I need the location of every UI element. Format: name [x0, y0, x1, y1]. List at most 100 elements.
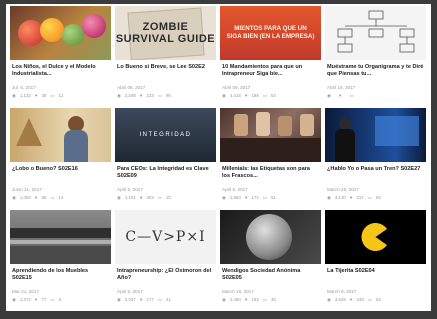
views-count: 3,130 — [334, 195, 346, 200]
video-date: Junio 11, 2017 — [12, 187, 42, 192]
eye-icon: ◉ — [327, 93, 331, 98]
video-date: Abril 05, 2017 — [117, 85, 146, 90]
comment-icon: ▭ — [367, 297, 372, 302]
comment-icon: ▭ — [157, 297, 162, 302]
video-stats: ◉ 3,130 ♥ 217 ▭ 92 — [327, 195, 424, 201]
video-thumbnail[interactable]: C—V>P×I — [115, 210, 216, 264]
video-grid: Los Niños, el Dulce y el Modelo Industri… — [10, 6, 426, 310]
comment-icon: ▭ — [367, 195, 372, 200]
video-card[interactable]: ¿Lobo o Bueno? S02E16 Junio 11, 2017 ◉ 1,… — [10, 108, 111, 208]
video-stats: ◉ 1,101 ♥ 202 ▭ 10 — [117, 195, 214, 201]
likes-count: 202 — [146, 195, 154, 200]
video-stats: ◉ ♥ ▭ — [327, 93, 424, 99]
video-thumbnail[interactable]: MIENTOS PARA QUE UN SIGA BIEN (EN LA EMP… — [220, 6, 321, 60]
comments-count: 51 — [270, 195, 276, 200]
video-title[interactable]: Aprendiendo de los Muebles S02E15 — [12, 268, 109, 288]
video-card[interactable]: Los Niños, el Dulce y el Modelo Industri… — [10, 6, 111, 106]
video-thumbnail[interactable] — [220, 210, 321, 264]
video-title[interactable]: Wendigos Sociedad Anónima S02E05 — [222, 268, 319, 288]
comments-count: 92 — [375, 195, 381, 200]
views-count: 2,037 — [124, 297, 136, 302]
video-stats: ◉ 3,645 ♥ 248 ▭ 63 — [327, 297, 424, 303]
comment-icon: ▭ — [262, 195, 267, 200]
video-title[interactable]: Para CEOs: La Integridad es Clave S02E09 — [117, 166, 214, 186]
comments-count: 12 — [58, 93, 64, 98]
video-thumbnail[interactable]: ZOMBIE SURVIVAL GUIDE — [115, 6, 216, 60]
eye-icon: ◉ — [327, 297, 331, 302]
eye-icon: ◉ — [117, 297, 121, 302]
video-date: Abril 18, 2017 — [327, 85, 356, 90]
video-card[interactable]: Muéstrame tu Organigrama y te Diré que P… — [325, 6, 426, 106]
video-thumbnail[interactable] — [10, 210, 111, 264]
heart-icon: ♥ — [349, 297, 353, 302]
video-card[interactable]: La Tijerita S02E04 March 9, 2017 ◉ 3,645 ♥… — [325, 210, 426, 310]
views-count: 1,101 — [124, 195, 136, 200]
comment-icon: ▭ — [262, 93, 267, 98]
video-card[interactable]: Millenials: las Etiquetas son para los F… — [220, 108, 321, 208]
video-card[interactable]: Aprendiendo de los Muebles S02E15 Mar 21… — [10, 210, 111, 310]
video-date: Jul. 5, 2017 — [12, 85, 36, 90]
heart-icon: ♥ — [34, 297, 38, 302]
video-card[interactable]: C—V>P×I Intrapreneurship: ¿El Oximoron d… — [115, 210, 216, 310]
likes-count: 77 — [41, 297, 47, 302]
heart-icon: ♥ — [139, 195, 143, 200]
heart-icon: ♥ — [139, 297, 143, 302]
comment-icon: ▭ — [157, 195, 162, 200]
video-thumbnail[interactable] — [325, 210, 426, 264]
likes-count: 223 — [146, 93, 154, 98]
video-title[interactable]: Intrapreneurship: ¿El Oximoron del Año? — [117, 268, 214, 288]
video-title[interactable]: 10 Mandamientos para que un Intrapreneur… — [222, 64, 319, 84]
eye-icon: ◉ — [222, 297, 226, 302]
views-count: 4,418 — [229, 93, 241, 98]
video-title[interactable]: Los Niños, el Dulce y el Modelo Industri… — [12, 64, 109, 84]
eye-icon: ◉ — [12, 93, 16, 98]
eye-icon: ◉ — [12, 195, 16, 200]
comments-count: 14 — [58, 195, 64, 200]
video-date: Abril 09, 2017 — [222, 85, 251, 90]
video-stats: ◉ 1,372 ♥ 77 ▭ 8 — [12, 297, 109, 303]
heart-icon: ♥ — [349, 195, 353, 200]
org-chart-sketch — [337, 10, 415, 53]
video-card[interactable]: Wendigos Sociedad Anónima S02E05 March 1… — [220, 210, 321, 310]
video-title[interactable]: ¿Hablo Yo o Pasa un Tren? S02E27 — [327, 166, 424, 186]
video-stats: ◉ 1,883 ♥ 171 ▭ 51 — [222, 195, 319, 201]
video-date: April 5, 2017 — [117, 289, 143, 294]
video-title[interactable]: Lo Bueno si Breve, se Lee S02E2 — [117, 64, 214, 84]
video-thumbnail[interactable] — [220, 108, 321, 162]
video-card[interactable]: ¿Hablo Yo o Pasa un Tren? S02E27 March 2… — [325, 108, 426, 208]
eye-icon: ◉ — [117, 93, 121, 98]
video-thumbnail[interactable] — [325, 6, 426, 60]
comment-icon: ▭ — [157, 93, 162, 98]
video-card[interactable]: MIENTOS PARA QUE UN SIGA BIEN (EN LA EMP… — [220, 6, 321, 106]
video-stats: ◉ 2,460 ♥ 183 ▭ 30 — [222, 297, 319, 303]
video-card[interactable]: ZOMBIE SURVIVAL GUIDE Lo Bueno si Breve,… — [115, 6, 216, 106]
video-title[interactable]: La Tijerita S02E04 — [327, 268, 424, 288]
video-date: March 16, 2017 — [222, 289, 254, 294]
views-count: 1,372 — [19, 297, 31, 302]
video-thumbnail[interactable] — [10, 6, 111, 60]
views-count: 1,133 — [19, 93, 31, 98]
video-thumbnail[interactable] — [325, 108, 426, 162]
video-stats: ◉ 1,133 ♥ 38 ▭ 12 — [12, 93, 109, 99]
video-title[interactable]: Muéstrame tu Organigrama y te Diré que P… — [327, 64, 424, 84]
video-card[interactable]: INTEGRIDAD Para CEOs: La Integridad es C… — [115, 108, 216, 208]
video-stats: ◉ 4,418 ♥ 188 ▭ 52 — [222, 93, 319, 99]
video-title[interactable]: ¿Lobo o Bueno? S02E16 — [12, 166, 109, 186]
video-thumbnail[interactable] — [10, 108, 111, 162]
heart-icon: ♥ — [244, 195, 248, 200]
comment-icon: ▭ — [50, 93, 55, 98]
video-grid-panel: Los Niños, el Dulce y el Modelo Industri… — [6, 4, 431, 311]
heart-icon: ♥ — [244, 93, 248, 98]
video-date: March 9, 2017 — [327, 289, 357, 294]
eye-icon: ◉ — [222, 195, 226, 200]
video-title[interactable]: Millenials: las Etiquetas son para los F… — [222, 166, 319, 186]
views-count: 2,460 — [229, 297, 241, 302]
video-date: April 6, 2017 — [117, 187, 143, 192]
views-count: 3,645 — [334, 297, 346, 302]
comment-icon: ▭ — [50, 195, 55, 200]
comments-count: 52 — [270, 93, 276, 98]
comment-icon: ▭ — [349, 93, 354, 98]
video-thumbnail[interactable]: INTEGRIDAD — [115, 108, 216, 162]
comments-count: 41 — [165, 297, 171, 302]
heart-icon: ♥ — [338, 93, 342, 98]
